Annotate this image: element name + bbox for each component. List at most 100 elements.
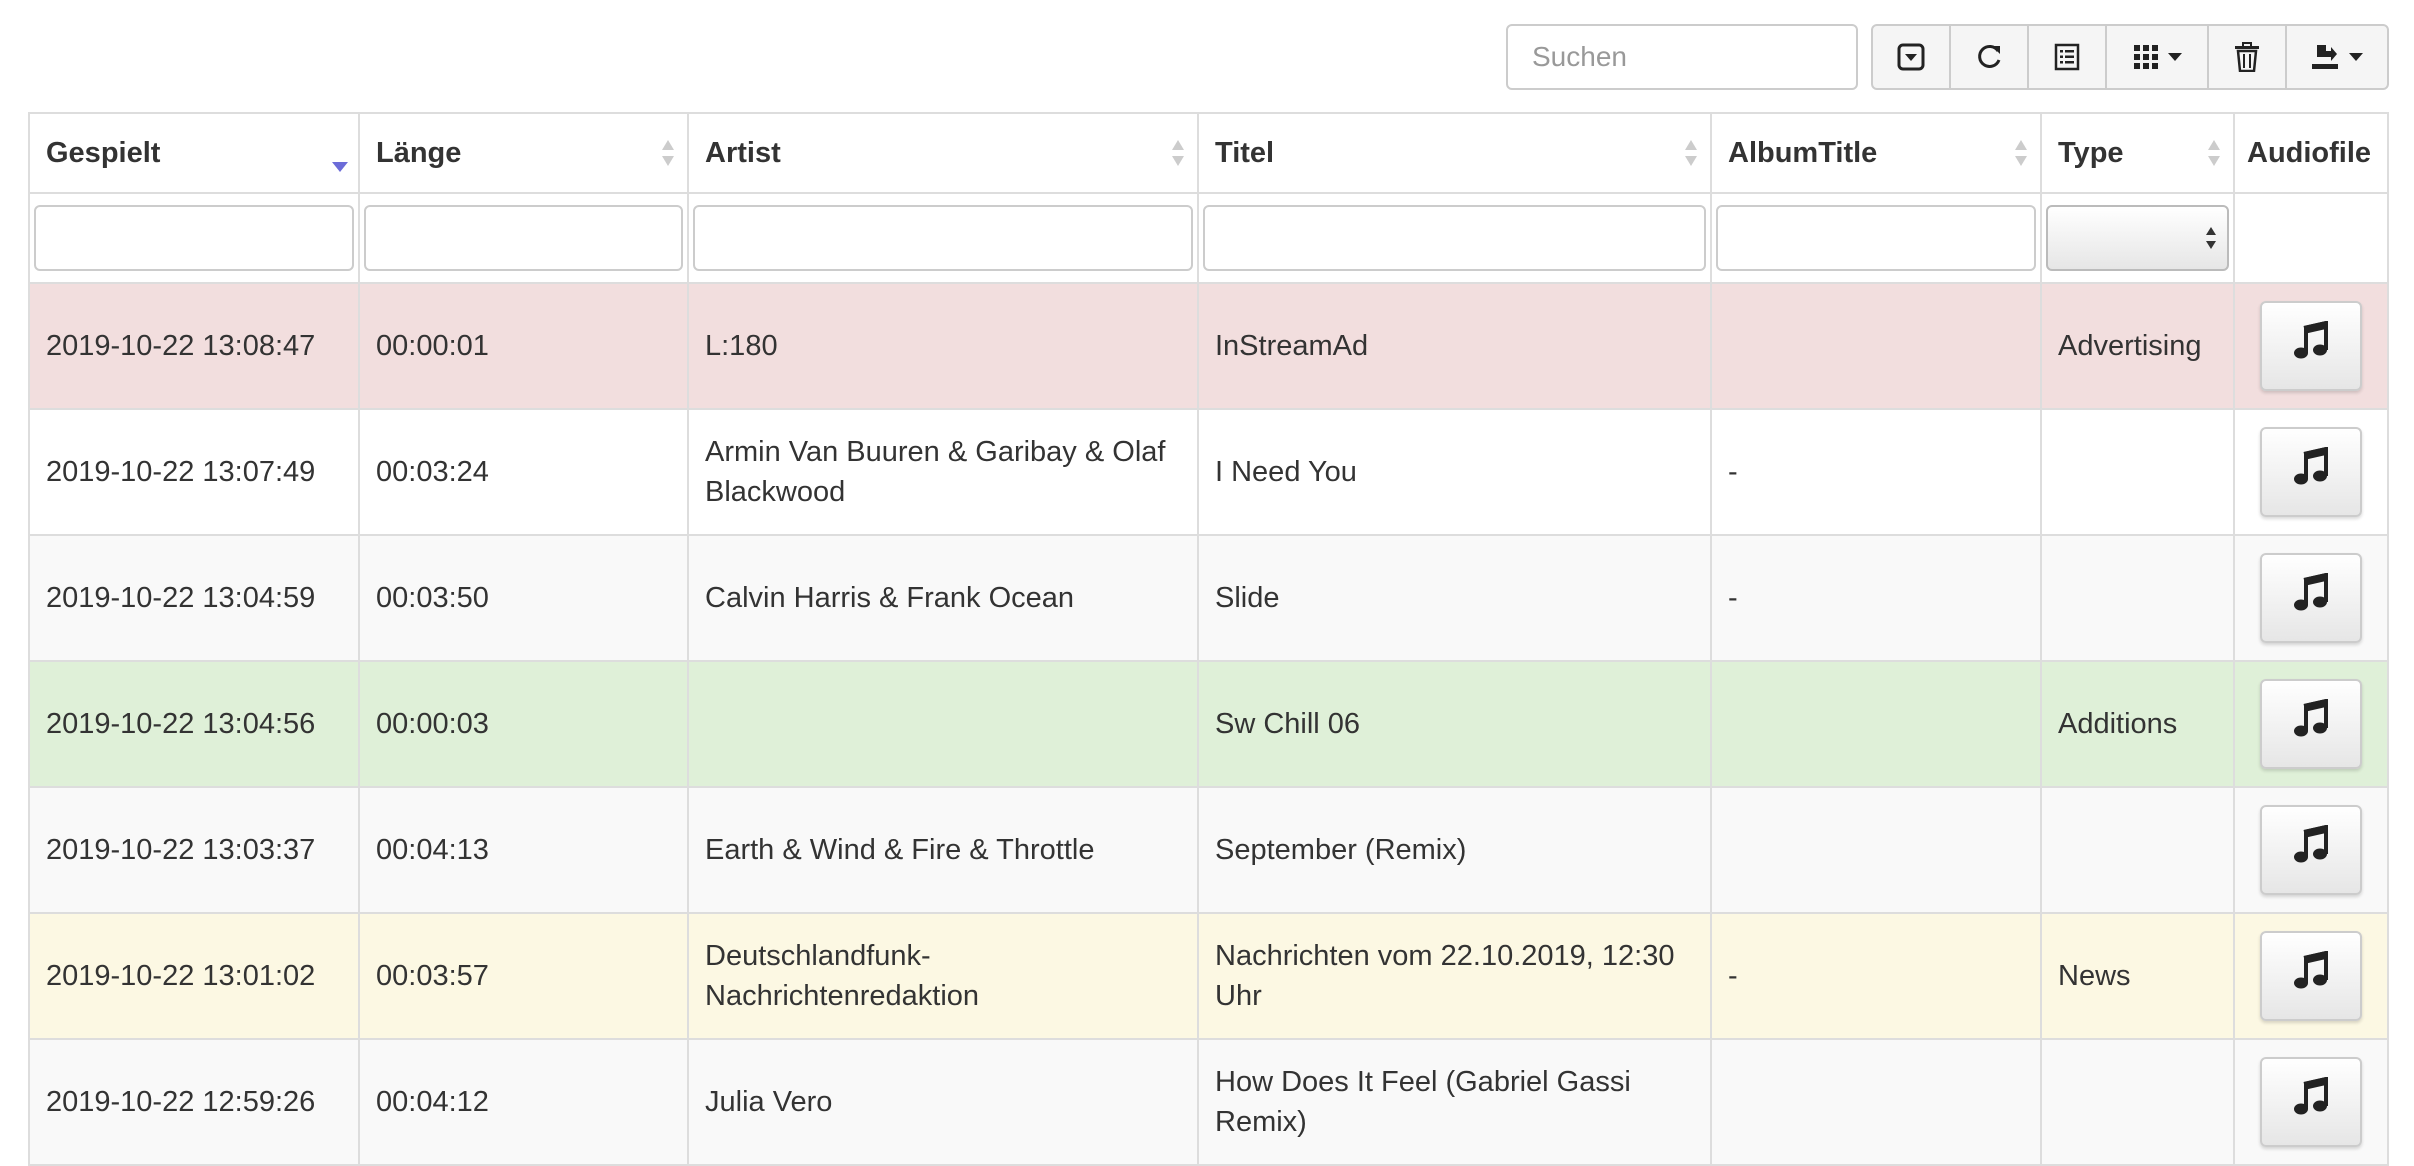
cell-audiofile [2233,1038,2389,1166]
cell-type: News [2040,912,2235,1040]
play-audio-button[interactable] [2260,553,2362,643]
column-label: Titel [1215,136,1275,169]
filter-cell [358,192,689,284]
filter-cell [1197,192,1712,284]
sort-both-icon [1171,138,1185,176]
cell-length: 00:00:03 [358,660,689,788]
column-header-title[interactable]: Titel [1197,112,1712,194]
filter-length-input[interactable] [364,205,683,271]
cell-played: 2019-10-22 13:04:59 [28,534,360,662]
column-header-played[interactable]: Gespielt [28,112,360,194]
cell-played: 2019-10-22 12:59:26 [28,1038,360,1166]
music-note-icon [2292,445,2330,498]
music-note-icon [2292,571,2330,624]
cell-played: 2019-10-22 13:04:56 [28,660,360,788]
music-note-icon [2292,1075,2330,1128]
filter-type-select[interactable] [2046,205,2229,271]
cell-title: Nachrichten vom 22.10.2019, 12:30 Uhr [1197,912,1712,1040]
cell-length: 00:04:13 [358,786,689,914]
playlist-table: Gespielt Länge Artist Titel AlbumTitle T… [28,112,2389,1166]
filter-artist-input[interactable] [693,205,1193,271]
column-label: AlbumTitle [1728,136,1878,169]
cell-artist: Calvin Harris & Frank Ocean [687,534,1199,662]
grid-icon [2132,43,2160,71]
cell-length: 00:03:57 [358,912,689,1040]
music-note-icon [2292,949,2330,1002]
table-toolbar [0,22,2414,92]
filter-cell [28,192,360,284]
cell-type: Advertising [2040,282,2235,410]
refresh-icon [1974,42,2004,72]
cell-length: 00:04:12 [358,1038,689,1166]
cell-album-title [1710,282,2042,410]
refresh-button[interactable] [1949,24,2029,90]
music-note-icon [2292,319,2330,372]
filter-album-input[interactable] [1716,205,2036,271]
cell-length: 00:03:50 [358,534,689,662]
caret-down-icon [2349,52,2363,62]
column-header-album-title[interactable]: AlbumTitle [1710,112,2042,194]
column-header-artist[interactable]: Artist [687,112,1199,194]
toggle-pagination-button[interactable] [1871,24,1951,90]
table-row[interactable]: 2019-10-22 12:59:26 00:04:12 Julia Vero How… [28,1038,2389,1166]
sort-both-icon [2207,138,2221,176]
sort-desc-icon [332,148,348,181]
filter-played-input[interactable] [34,205,354,271]
cell-audiofile [2233,282,2389,410]
column-label: Artist [705,136,781,169]
cell-audiofile [2233,786,2389,914]
cell-type [2040,408,2235,536]
cell-type [2040,1038,2235,1166]
table-row[interactable]: 2019-10-22 13:03:37 00:04:13 Earth & Wind … [28,786,2389,914]
list-alt-icon [2053,43,2081,71]
cell-title: Sw Chill 06 [1197,660,1712,788]
table-row[interactable]: 2019-10-22 13:04:59 00:03:50 Calvin Harris… [28,534,2389,662]
filter-cell [2040,192,2235,284]
toolbar-button-group [1871,24,2389,90]
cell-played: 2019-10-22 13:01:02 [28,912,360,1040]
cell-title: I Need You [1197,408,1712,536]
cell-artist: Earth & Wind & Fire & Throttle [687,786,1199,914]
cell-title: How Does It Feel (Gabriel Gassi Remix) [1197,1038,1712,1166]
collapse-down-icon [1897,43,1925,71]
table-row[interactable]: 2019-10-22 13:01:02 00:03:57 Deutschlandfu… [28,912,2389,1040]
delete-button[interactable] [2207,24,2287,90]
column-header-type[interactable]: Type [2040,112,2235,194]
play-audio-button[interactable] [2260,301,2362,391]
filter-title-input[interactable] [1203,205,1706,271]
cell-played: 2019-10-22 13:03:37 [28,786,360,914]
cell-audiofile [2233,408,2389,536]
play-audio-button[interactable] [2260,1057,2362,1147]
column-label: Type [2058,136,2124,169]
table-row[interactable]: 2019-10-22 13:07:49 00:03:24 Armin Van Buu… [28,408,2389,536]
cell-type: Additions [2040,660,2235,788]
table-row[interactable]: 2019-10-22 13:08:47 00:00:01 L:180 InStream… [28,282,2389,410]
cell-album-title [1710,1038,2042,1166]
trash-icon [2234,42,2260,72]
cell-artist: Armin Van Buuren & Garibay & Olaf Blackw… [687,408,1199,536]
cell-album-title: - [1710,534,2042,662]
play-audio-button[interactable] [2260,805,2362,895]
columns-button[interactable] [2105,24,2209,90]
play-audio-button[interactable] [2260,679,2362,769]
cell-audiofile [2233,660,2389,788]
column-header-audiofile: Audiofile [2233,112,2389,194]
cell-title: InStreamAd [1197,282,1712,410]
cell-artist: Julia Vero [687,1038,1199,1166]
cell-audiofile [2233,912,2389,1040]
cell-artist: Deutschlandfunk-Nachrichtenredaktion [687,912,1199,1040]
export-button[interactable] [2285,24,2389,90]
export-icon [2311,43,2341,71]
search-input[interactable] [1506,24,1858,90]
column-header-length[interactable]: Länge [358,112,689,194]
filter-cell [1710,192,2042,284]
music-note-icon [2292,697,2330,750]
toggle-view-button[interactable] [2027,24,2107,90]
play-audio-button[interactable] [2260,427,2362,517]
column-label: Länge [376,136,462,169]
cell-played: 2019-10-22 13:08:47 [28,282,360,410]
play-audio-button[interactable] [2260,931,2362,1021]
music-note-icon [2292,823,2330,876]
cell-type [2040,786,2235,914]
table-row[interactable]: 2019-10-22 13:04:56 00:00:03 Sw Chill 06 Ad… [28,660,2389,788]
